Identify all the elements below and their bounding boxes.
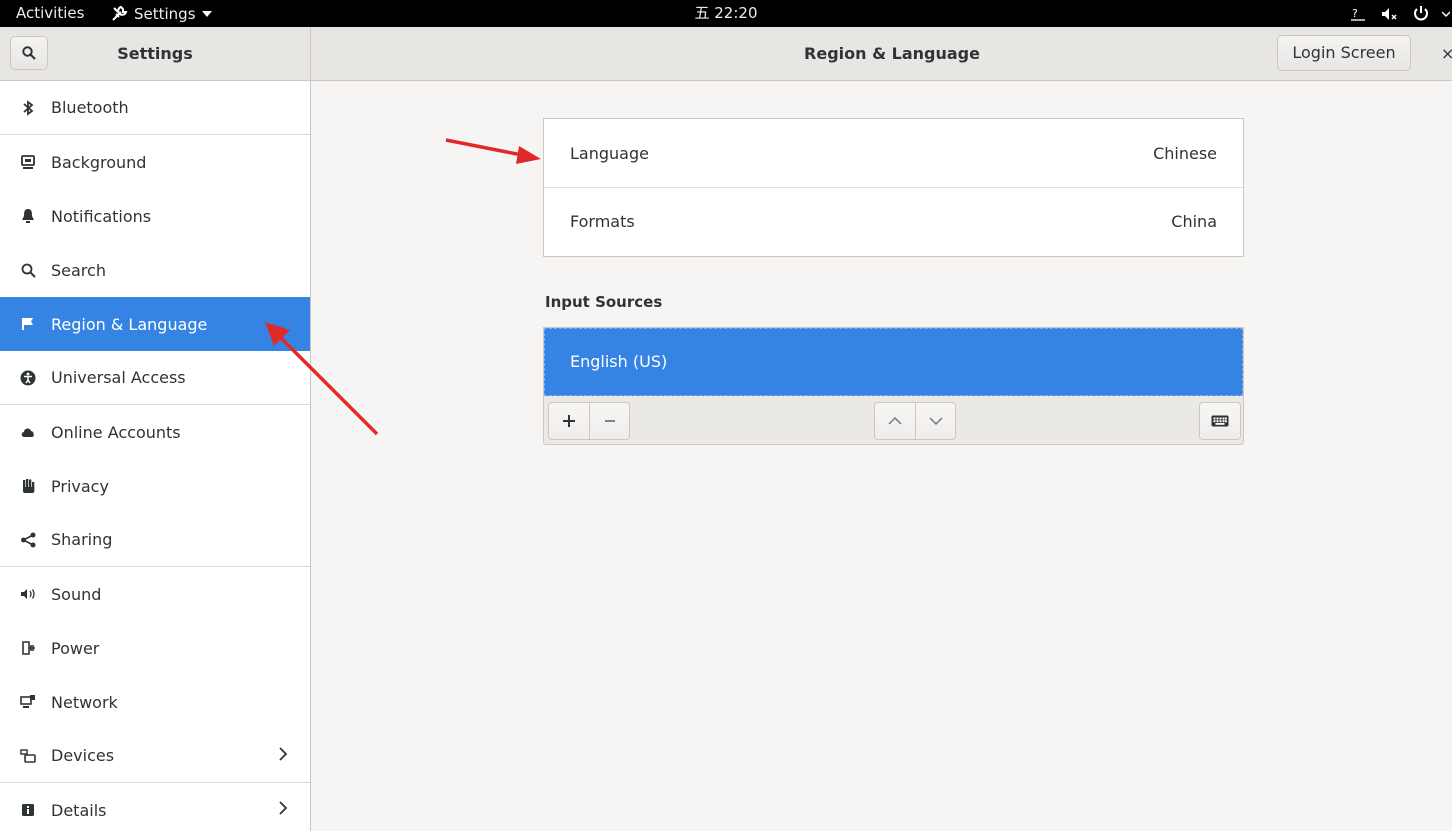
search-button[interactable] [10, 36, 48, 70]
sidebar-item-label: Notifications [51, 206, 152, 226]
accessibility-status-icon: ? [1351, 7, 1365, 21]
sidebar-item-label: Search [51, 260, 106, 280]
app-menu[interactable]: Settings [110, 0, 212, 27]
sidebar-item-online-accounts[interactable]: Online Accounts [0, 405, 310, 459]
chevron-up-icon [888, 416, 902, 425]
cloud-icon [18, 422, 38, 442]
move-down-button[interactable] [915, 403, 955, 439]
sidebar-item-bluetooth[interactable]: Bluetooth [0, 81, 310, 135]
sidebar-item-sharing[interactable]: Sharing [0, 513, 310, 567]
speaker-icon [18, 584, 38, 604]
share-icon [18, 530, 38, 550]
close-button[interactable]: × [1441, 27, 1452, 80]
show-keyboard-layout-button[interactable] [1200, 403, 1240, 439]
keyboard-icon [1211, 415, 1229, 427]
hand-icon [18, 476, 38, 496]
header-bar: Settings Region & Language Login Screen … [0, 27, 1452, 81]
sidebar-item-label: Region & Language [51, 314, 208, 334]
sidebar-item-label: Background [51, 152, 147, 172]
chevron-down-icon [928, 417, 943, 426]
keyboard-layout-group [1199, 402, 1241, 440]
formats-value: China [1171, 212, 1217, 231]
sidebar: Bluetooth Background Notifications Searc… [0, 81, 311, 831]
sidebar-item-sound[interactable]: Sound [0, 567, 310, 621]
top-bar: Activities Settings 五 22:20 ? [0, 0, 1452, 27]
input-source-row[interactable]: English (US) [544, 328, 1243, 396]
clock[interactable]: 五 22:20 [695, 4, 758, 22]
power-plug-icon [18, 638, 38, 658]
sidebar-item-network[interactable]: Network [0, 675, 310, 729]
sidebar-item-search[interactable]: Search [0, 243, 310, 297]
sidebar-item-background[interactable]: Background [0, 135, 310, 189]
settings-tools-icon [112, 5, 128, 21]
sidebar-item-label: Privacy [51, 476, 109, 496]
power-icon [1414, 5, 1428, 20]
sidebar-item-label: Devices [51, 746, 115, 765]
flag-icon [18, 314, 38, 334]
sidebar-item-label: Details [51, 800, 107, 820]
system-menu[interactable]: ? [1348, 0, 1452, 27]
volume-muted-icon [1382, 7, 1397, 20]
app-menu-label: Settings [134, 4, 196, 23]
sidebar-item-region-language[interactable]: Region & Language [0, 297, 310, 351]
search-icon [18, 260, 38, 280]
chevron-right-icon [279, 801, 288, 815]
sidebar-item-label: Sharing [51, 530, 113, 549]
sidebar-title: Settings [117, 44, 193, 63]
language-value: Chinese [1153, 143, 1217, 163]
sidebar-header: Settings [0, 27, 311, 80]
devices-icon [18, 746, 38, 766]
formats-row[interactable]: Formats China [544, 187, 1243, 255]
main-content: Language Chinese Formats China Input Sou… [311, 81, 1452, 831]
sidebar-item-details[interactable]: Details [0, 783, 310, 831]
input-sources-heading: Input Sources [545, 293, 663, 311]
sidebar-item-label: Network [51, 692, 118, 712]
sidebar-item-label: Universal Access [51, 368, 186, 387]
sidebar-item-label: Online Accounts [51, 422, 181, 442]
svg-text:?: ? [1352, 7, 1358, 20]
remove-input-source-button[interactable] [589, 403, 629, 439]
reorder-group [874, 402, 956, 440]
activities-button[interactable]: Activities [16, 0, 84, 27]
network-icon [18, 692, 38, 712]
chevron-down-icon [1442, 10, 1450, 17]
page-title-text: Region & Language [804, 44, 980, 63]
chevron-right-icon [279, 747, 288, 761]
login-screen-button[interactable]: Login Screen [1277, 35, 1411, 71]
plus-icon [563, 415, 575, 427]
language-formats-list: Language Chinese Formats China [543, 118, 1244, 257]
sidebar-item-label: Bluetooth [51, 98, 129, 117]
sidebar-item-universal-access[interactable]: Universal Access [0, 351, 310, 405]
accessibility-icon [18, 368, 38, 388]
add-input-source-button[interactable] [549, 403, 589, 439]
formats-label: Formats [570, 212, 635, 231]
language-label: Language [570, 143, 649, 163]
minus-icon [604, 420, 615, 422]
info-icon [18, 800, 38, 820]
add-remove-group [548, 402, 630, 440]
sidebar-item-privacy[interactable]: Privacy [0, 459, 310, 513]
sidebar-item-notifications[interactable]: Notifications [0, 189, 310, 243]
background-icon [18, 152, 38, 172]
sidebar-item-label: Power [51, 638, 100, 658]
sidebar-item-label: Sound [51, 584, 102, 604]
search-icon [22, 46, 36, 60]
language-row[interactable]: Language Chinese [544, 119, 1243, 187]
sidebar-item-devices[interactable]: Devices [0, 729, 310, 783]
input-sources-list: English (US) [543, 327, 1244, 445]
sidebar-item-power[interactable]: Power [0, 621, 310, 675]
bell-icon [18, 206, 38, 226]
dropdown-arrow-icon [201, 10, 212, 17]
move-up-button[interactable] [875, 403, 915, 439]
bluetooth-icon [18, 98, 38, 118]
